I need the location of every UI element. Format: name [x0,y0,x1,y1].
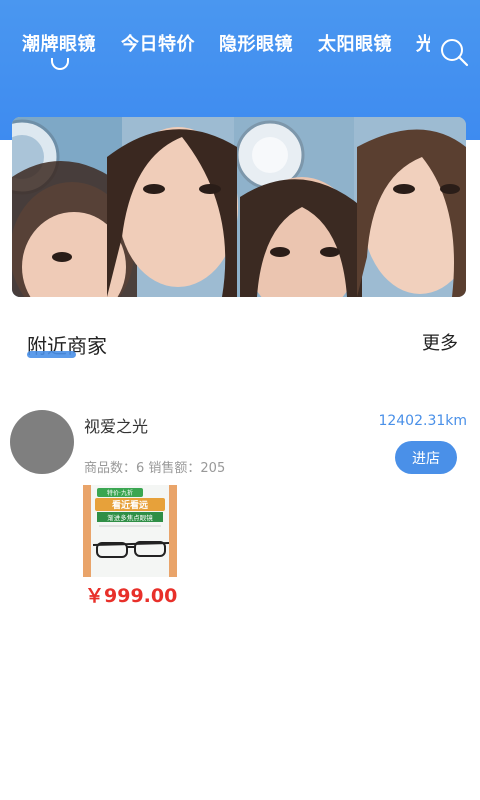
store-distance: 12402.31km [378,413,467,429]
store-card[interactable]: 视爱之光 商品数：6 销售额：205 12402.31km 进店 特价·九折 看… [0,395,480,625]
product-promo-sub: 渐进多焦点眼镜 [107,513,153,522]
tab-more-partial[interactable]: 光 [416,30,430,56]
active-tab-indicator [51,58,69,70]
banner-image [12,117,466,297]
product-item[interactable]: 特价·九折 看近看远 渐进多焦点眼镜 ￥999.00 [83,485,178,607]
search-icon [441,39,469,67]
tab-contact-lenses[interactable]: 隐形眼镜 [219,30,293,56]
more-link[interactable]: 更多 [422,329,458,355]
store-avatar[interactable] [10,410,74,474]
search-button[interactable] [438,36,470,68]
tab-sunglasses[interactable]: 太阳眼镜 [318,30,392,56]
promo-banner[interactable] [12,117,466,297]
product-promo-tag: 特价·九折 [107,489,133,497]
enter-store-button[interactable]: 进店 [395,441,457,474]
store-name[interactable]: 视爱之光 [84,413,148,437]
product-price: ￥999.00 [85,585,178,607]
tab-trendy-glasses[interactable]: 潮牌眼镜 [22,30,96,56]
product-image: 特价·九折 看近看远 渐进多焦点眼镜 [83,485,177,577]
store-stats: 商品数：6 销售额：205 [84,461,226,476]
category-tabs: 潮牌眼镜 今日特价 隐形眼镜 太阳眼镜 光 [0,0,430,90]
tab-daily-deals[interactable]: 今日特价 [121,30,195,56]
title-underline [27,351,76,358]
product-promo-title: 看近看远 [112,499,149,511]
